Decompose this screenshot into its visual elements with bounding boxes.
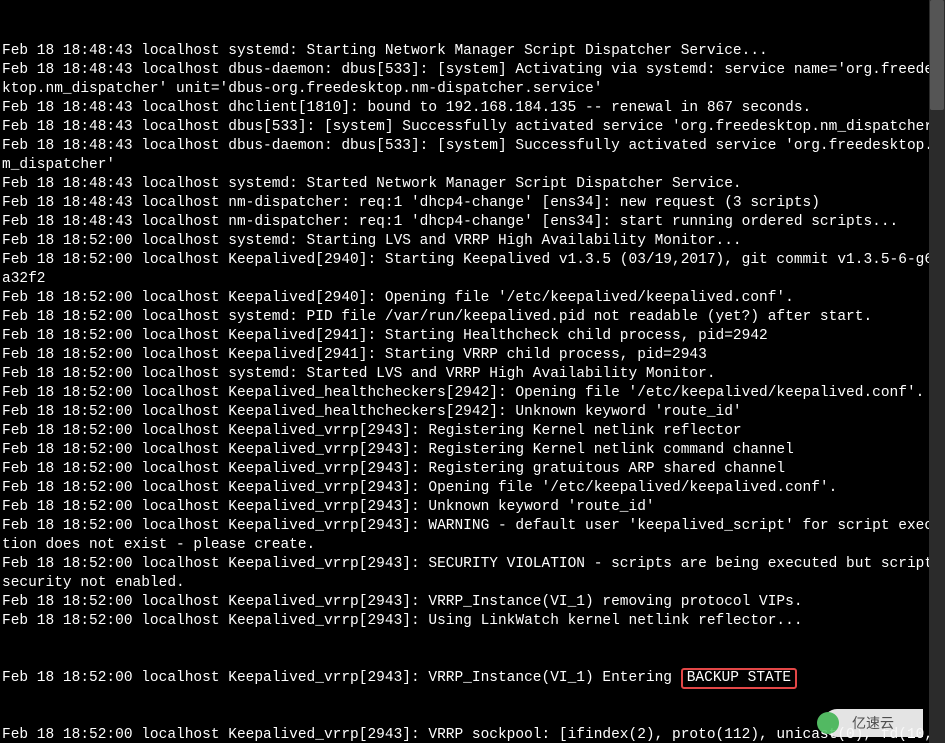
log-line: Feb 18 18:48:43 localhost dbus-daemon: d… [2,137,943,175]
log-line: Feb 18 18:48:43 localhost systemd: Start… [2,42,943,61]
log-line: Feb 18 18:52:00 localhost systemd: PID f… [2,308,943,327]
log-line: Feb 18 18:52:00 localhost Keepalived_vrr… [2,498,943,517]
watermark-text: 亿速云 [852,714,894,733]
log-line: Feb 18 18:52:00 localhost Keepalived_vrr… [2,441,943,460]
log-output: Feb 18 18:48:43 localhost systemd: Start… [2,42,943,631]
log-line: Feb 18 18:52:00 localhost Keepalived[294… [2,289,943,308]
log-output-after: Feb 18 18:52:00 localhost Keepalived_vrr… [2,726,943,743]
log-line: Feb 18 18:52:00 localhost Keepalived_vrr… [2,555,943,593]
log-line: Feb 18 18:52:00 localhost systemd: Start… [2,232,943,251]
log-line: Feb 18 18:52:00 localhost Keepalived[294… [2,346,943,365]
scrollbar-thumb[interactable] [930,0,944,110]
log-line: Feb 18 18:52:00 localhost Keepalived_hea… [2,384,943,403]
log-line: Feb 18 18:52:00 localhost Keepalived_hea… [2,403,943,422]
log-line: Feb 18 18:52:00 localhost Keepalived[294… [2,327,943,346]
log-line-highlighted: Feb 18 18:52:00 localhost Keepalived_vrr… [2,669,943,688]
highlight-backup-state: BACKUP STATE [681,668,797,689]
log-line: Feb 18 18:48:43 localhost dhclient[1810]… [2,99,943,118]
log-line: Feb 18 18:52:00 localhost Keepalived[294… [2,251,943,289]
watermark-badge: 亿速云 [823,709,923,737]
log-prefix: Feb 18 18:52:00 localhost Keepalived_vrr… [2,670,681,686]
log-line: Feb 18 18:52:00 localhost Keepalived_vrr… [2,479,943,498]
log-line: Feb 18 18:52:00 localhost Keepalived_vrr… [2,726,943,743]
log-line: Feb 18 18:52:00 localhost Keepalived_vrr… [2,593,943,612]
watermark-dot-icon [817,712,839,734]
terminal-viewport[interactable]: Feb 18 18:48:43 localhost systemd: Start… [0,0,945,743]
log-line: Feb 18 18:52:00 localhost Keepalived_vrr… [2,460,943,479]
log-line: Feb 18 18:52:00 localhost systemd: Start… [2,365,943,384]
scrollbar[interactable]: ▴ [929,0,945,743]
log-line: Feb 18 18:48:43 localhost nm-dispatcher:… [2,213,943,232]
log-line: Feb 18 18:48:43 localhost dbus[533]: [sy… [2,118,943,137]
log-line: Feb 18 18:48:43 localhost systemd: Start… [2,175,943,194]
log-line: Feb 18 18:52:00 localhost Keepalived_vrr… [2,422,943,441]
log-line: Feb 18 18:48:43 localhost dbus-daemon: d… [2,61,943,99]
log-line: Feb 18 18:52:00 localhost Keepalived_vrr… [2,517,943,555]
log-line: Feb 18 18:48:43 localhost nm-dispatcher:… [2,194,943,213]
log-line: Feb 18 18:52:00 localhost Keepalived_vrr… [2,612,943,631]
